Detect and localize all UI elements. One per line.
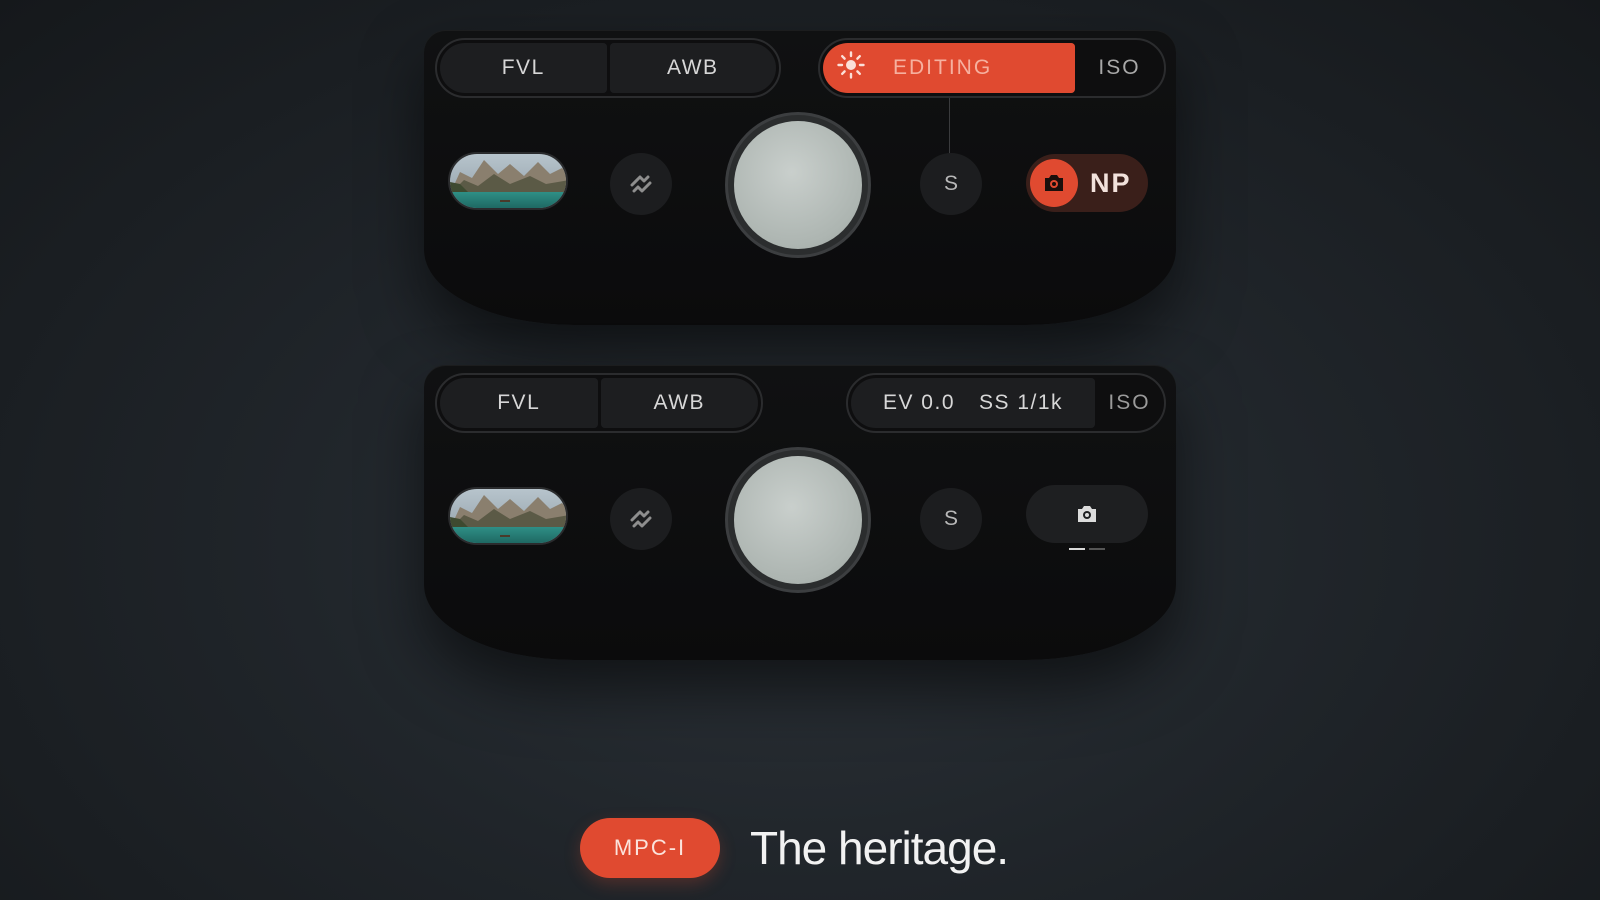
tagline: MPC-I The heritage. bbox=[580, 818, 1009, 878]
landscape-thumbnail bbox=[450, 489, 566, 543]
editing-label: EDITING bbox=[893, 56, 993, 79]
headline: The heritage. bbox=[750, 822, 1009, 874]
fvl-button[interactable]: FVL bbox=[440, 43, 607, 93]
shutter-inner bbox=[734, 456, 862, 584]
np-mode-button[interactable]: NP bbox=[1026, 154, 1148, 212]
camera-icon bbox=[1030, 159, 1078, 207]
shutter-speed-value: SS 1/1k bbox=[979, 391, 1064, 414]
switch-camera-button[interactable] bbox=[610, 153, 672, 215]
editing-button[interactable]: EDITING bbox=[823, 43, 1075, 93]
awb-button[interactable]: AWB bbox=[600, 378, 758, 428]
mpc-badge: MPC-I bbox=[580, 818, 720, 878]
swap-icon bbox=[630, 510, 652, 528]
fvl-button[interactable]: FVL bbox=[440, 378, 598, 428]
switch-camera-button[interactable] bbox=[610, 488, 672, 550]
camera-control-panel-editing: FVL AWB EDITING ISO S NP bbox=[424, 30, 1176, 325]
page-dot-active bbox=[1069, 548, 1085, 550]
page-indicator bbox=[1069, 548, 1105, 550]
sun-icon bbox=[837, 51, 865, 85]
connector-line bbox=[949, 98, 950, 156]
camera-control-panel-default: FVL AWB EV 0.0 SS 1/1k ISO S bbox=[424, 365, 1176, 660]
s-mode-button[interactable]: S bbox=[920, 488, 982, 550]
camera-mode-button[interactable] bbox=[1026, 485, 1148, 543]
exposure-values[interactable]: EV 0.0 SS 1/1k bbox=[851, 378, 1095, 428]
shutter-button[interactable] bbox=[725, 112, 871, 258]
np-label: NP bbox=[1090, 167, 1132, 198]
iso-button[interactable]: ISO bbox=[1078, 43, 1161, 93]
ev-value: EV 0.0 bbox=[882, 391, 955, 414]
awb-button[interactable]: AWB bbox=[609, 43, 776, 93]
shutter-inner bbox=[734, 121, 862, 249]
mode-segment: FVL AWB bbox=[435, 38, 781, 98]
camera-icon bbox=[1078, 506, 1096, 522]
gallery-thumbnail[interactable] bbox=[448, 152, 568, 210]
mode-segment: FVL AWB bbox=[435, 373, 763, 433]
gallery-thumbnail[interactable] bbox=[448, 487, 568, 545]
exposure-segment-editing: EDITING ISO bbox=[818, 38, 1166, 98]
exposure-segment: EV 0.0 SS 1/1k ISO bbox=[846, 373, 1166, 433]
s-mode-button[interactable]: S bbox=[920, 153, 982, 215]
swap-icon bbox=[630, 175, 652, 193]
landscape-thumbnail bbox=[450, 154, 566, 208]
page-dot bbox=[1089, 548, 1105, 550]
shutter-button[interactable] bbox=[725, 447, 871, 593]
iso-button[interactable]: ISO bbox=[1098, 378, 1161, 428]
